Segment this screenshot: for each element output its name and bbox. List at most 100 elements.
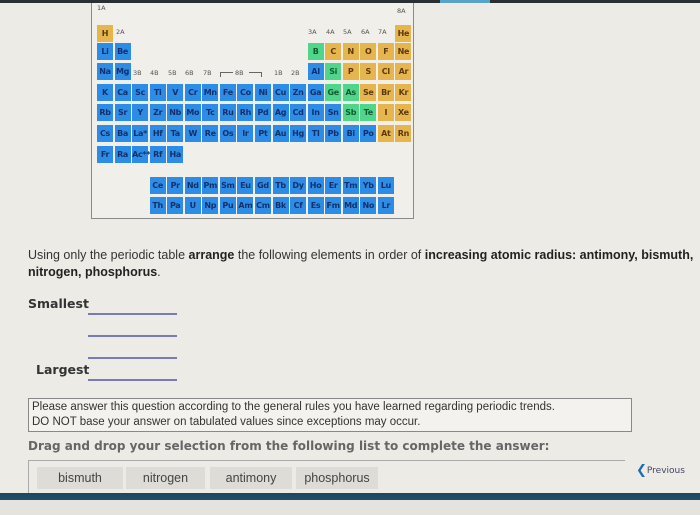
choice-nitrogen[interactable]: nitrogen [126, 467, 205, 489]
group-label-6a: 6A [361, 28, 370, 36]
element-cell: Nd [184, 177, 201, 194]
element-cell: Bi [342, 125, 359, 142]
element-cell: Si [325, 63, 342, 80]
element-cell: Cm [254, 197, 271, 214]
element-cell: Pt [254, 125, 271, 142]
answer-slot-3[interactable] [88, 343, 177, 359]
element-cell: Mg [114, 63, 131, 80]
answer-slot-4[interactable] [88, 365, 177, 381]
element-cell: Er [325, 177, 342, 194]
note-line: Please answer this question according to… [32, 401, 555, 413]
group-label-8a: 8A [397, 7, 406, 15]
note-line: DO NOT base your answer on tabulated val… [32, 416, 421, 428]
element-cell: In [307, 104, 324, 121]
element-cell: Cd [290, 104, 307, 121]
periodic-trends-note: Please answer this question according to… [28, 398, 632, 432]
element-cell: Ta [167, 125, 184, 142]
element-cell: Ag [272, 104, 289, 121]
element-cell: Np [202, 197, 219, 214]
element-cell: Lu [377, 177, 394, 194]
element-cell: Lr [377, 197, 394, 214]
element-cell: Kr [395, 84, 412, 101]
element-cell: S [360, 63, 377, 80]
element-cell: Fe [219, 84, 236, 101]
group-label-3a: 3A [308, 28, 317, 36]
previous-label: Previous [646, 466, 685, 476]
answer-slot-2[interactable] [88, 321, 177, 337]
element-cell: Th [149, 197, 166, 214]
element-cell: Cf [290, 197, 307, 214]
answer-slot-1[interactable] [88, 299, 177, 315]
element-cell: Y [132, 104, 149, 121]
element-cell: Sc [132, 84, 149, 101]
group-label-1b: 1B [274, 69, 283, 77]
element-cell: Re [202, 125, 219, 142]
group-8b-bracket-right [249, 72, 262, 77]
element-cell: Ca [114, 84, 131, 101]
element-cell: Rn [395, 125, 412, 142]
element-cell: Fm [325, 197, 342, 214]
question-part: . [157, 265, 161, 279]
element-cell: Ga [307, 84, 324, 101]
element-cell: Sm [219, 177, 236, 194]
element-cell: Te [360, 104, 377, 121]
element-cell: Pr [167, 177, 184, 194]
element-cell: La* [132, 125, 149, 142]
question-emphasis: arrange [188, 248, 235, 262]
element-cell: Sr [114, 104, 131, 121]
element-cell: Yb [360, 177, 377, 194]
element-cell: Bk [272, 197, 289, 214]
element-cell: At [377, 125, 394, 142]
element-cell: V [167, 84, 184, 101]
element-cell: Br [377, 84, 394, 101]
group-label-7a: 7A [378, 28, 387, 36]
element-cell: Pd [254, 104, 271, 121]
smallest-label: Smallest [28, 296, 89, 311]
previous-button[interactable]: ❮Previous [636, 463, 685, 478]
element-cell: Ce [149, 177, 166, 194]
element-cell: Al [307, 63, 324, 80]
drag-drop-instructions: Drag and drop your selection from the fo… [28, 439, 550, 453]
element-cell: Mo [184, 104, 201, 121]
element-cell: Pa [167, 197, 184, 214]
element-cell: P [342, 63, 359, 80]
element-cell: W [184, 125, 201, 142]
group-label-5b: 5B [168, 69, 177, 77]
element-cell: Cl [377, 63, 394, 80]
choice-antimony[interactable]: antimony [210, 467, 292, 489]
element-cell: Tc [202, 104, 219, 121]
element-cell: U [184, 197, 201, 214]
group-label-3b: 3B [133, 69, 142, 77]
element-cell: Po [360, 125, 377, 142]
element-cell: Tm [342, 177, 359, 194]
group-label-8b: 8B [235, 69, 244, 77]
periodic-table: 1A 2A 3B 4B 5B 6B 7B 8B 1B 2B 3A 4A 5A 6… [91, 3, 414, 219]
largest-label: Largest [36, 362, 90, 377]
element-cell: Ne [395, 43, 412, 60]
element-cell: Rf [149, 146, 166, 163]
element-cell: Be [114, 43, 131, 60]
bottom-area [0, 500, 700, 515]
element-cell: Tl [307, 125, 324, 142]
element-cell: Na [97, 63, 113, 80]
element-cell: Es [307, 197, 324, 214]
question-part: Using only the periodic table [28, 248, 189, 262]
group-label-6b: 6B [185, 69, 194, 77]
element-cell: Fr [97, 146, 113, 163]
question-part: the following elements in order of [234, 248, 425, 262]
group-label-4b: 4B [150, 69, 159, 77]
element-cell: Mn [202, 84, 219, 101]
choice-phosphorus[interactable]: phosphorus [296, 467, 378, 489]
choice-bismuth[interactable]: bismuth [37, 467, 123, 489]
group-label-4a: 4A [326, 28, 335, 36]
element-cell: Cr [184, 84, 201, 101]
element-cell: Sb [342, 104, 359, 121]
group-label-2a: 2A [116, 28, 125, 36]
element-cell: B [307, 43, 324, 60]
element-cell: Xe [395, 104, 412, 121]
element-cell: Eu [237, 177, 254, 194]
element-cell: Pb [325, 125, 342, 142]
element-cell: Ru [219, 104, 236, 121]
group-label-2b: 2B [291, 69, 300, 77]
group-label-5a: 5A [343, 28, 352, 36]
